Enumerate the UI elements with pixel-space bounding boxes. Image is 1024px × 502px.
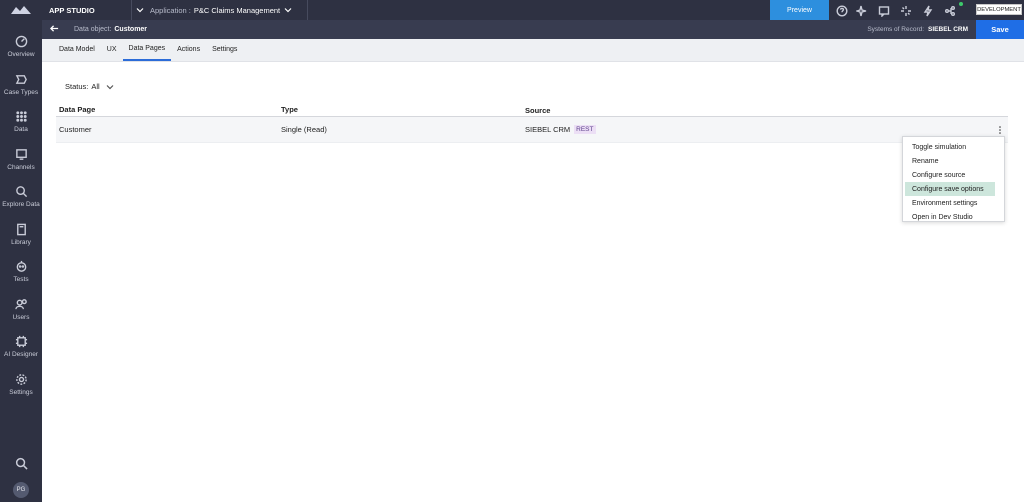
source-name: SIEBEL CRM — [525, 125, 571, 134]
cell-source: SIEBEL CRM REST — [525, 125, 995, 134]
nav-label: Case Types — [3, 88, 39, 96]
main-content: Status: All Data Page Type Source Custom… — [42, 62, 1024, 502]
nav-label: Overview — [7, 51, 35, 59]
chevron-down-icon — [106, 83, 114, 91]
table-row[interactable]: Customer Single (Read) SIEBEL CRM REST — [56, 117, 1008, 143]
nav-overview[interactable]: Overview — [0, 28, 42, 66]
tab-bar: Data Model UX Data Pages Actions Setting… — [42, 39, 1024, 62]
nav-search[interactable] — [0, 450, 42, 476]
menu-item-open-in-dev-studio[interactable]: Open in Dev Studio — [903, 210, 1004, 224]
status-filter[interactable]: Status: All — [65, 82, 114, 91]
users-icon — [14, 298, 27, 310]
divider — [307, 0, 308, 20]
sor-value: SIEBEL CRM — [928, 26, 968, 33]
save-button[interactable]: Save — [976, 20, 1024, 39]
tab-ux[interactable]: UX — [101, 38, 123, 61]
nav-library[interactable]: Library — [0, 216, 42, 254]
studio-label: APP STUDIO — [49, 5, 95, 15]
back-button[interactable] — [49, 24, 64, 35]
column-header: Data Page — [59, 105, 96, 114]
sor-label: Systems of Record: — [867, 26, 925, 33]
help-icon[interactable] — [836, 4, 848, 17]
pega-logo[interactable] — [0, 0, 42, 20]
source-tag: REST — [574, 125, 596, 134]
application-label: Application : — [150, 5, 191, 15]
status-dot — [959, 2, 963, 6]
menu-item-configure-save-options[interactable]: Configure save options — [905, 182, 995, 196]
search-icon — [15, 457, 28, 470]
nav-label: AI Designer — [4, 351, 38, 359]
left-nav: Overview Case Types Data Channels Explor… — [0, 0, 42, 502]
explore-icon — [15, 186, 27, 198]
nav-users[interactable]: Users — [0, 291, 42, 329]
robot-icon — [16, 261, 26, 273]
status-filter-value: All — [91, 82, 100, 91]
nav-data[interactable]: Data — [0, 103, 42, 141]
column-header: Source — [525, 106, 551, 115]
nav-tests[interactable]: Tests — [0, 253, 42, 291]
grid-icon — [15, 111, 27, 122]
nav-ai-designer[interactable]: AI Designer — [0, 328, 42, 366]
more-vertical-icon — [999, 125, 1001, 134]
nav-label: Explore Data — [2, 201, 40, 209]
application-selector[interactable]: Application : P&C Claims Management — [150, 0, 292, 20]
status-filter-label: Status: — [65, 82, 89, 91]
cell-type: Single (Read) — [281, 125, 327, 134]
chevron-down-icon[interactable] — [136, 6, 144, 14]
lightning-icon[interactable] — [922, 4, 934, 17]
monitor-icon — [15, 148, 27, 160]
nav-label: Tests — [13, 276, 29, 284]
menu-item-environment-settings[interactable]: Environment settings — [903, 196, 1004, 210]
avatar[interactable]: PG — [13, 482, 29, 498]
chevron-down-icon — [284, 8, 292, 13]
tab-actions[interactable]: Actions — [171, 38, 206, 61]
tab-settings[interactable]: Settings — [206, 38, 243, 61]
menu-item-configure-source[interactable]: Configure source — [903, 168, 1004, 182]
object-header: Data object: Customer Systems of Record:… — [42, 20, 1024, 39]
branch-icon[interactable] — [944, 4, 956, 16]
page-title: Customer — [114, 26, 148, 33]
systems-of-record: Systems of Record: SIEBEL CRM — [867, 26, 968, 33]
nav-case-types[interactable]: Case Types — [0, 66, 42, 104]
arrow-left-icon — [49, 25, 59, 32]
nav-label: Users — [12, 313, 30, 321]
magic-icon[interactable] — [900, 4, 912, 16]
top-bar: APP STUDIO Application : P&C Claims Mana… — [42, 0, 1024, 20]
tab-data-model[interactable]: Data Model — [53, 38, 101, 61]
studio-switcher[interactable]: APP STUDIO — [42, 0, 132, 20]
nav-label: Data — [14, 126, 28, 134]
row-actions-button[interactable] — [995, 125, 1005, 135]
column-header: Type — [281, 105, 298, 114]
row-actions-menu: Toggle simulation Rename Configure sourc… — [902, 136, 1005, 222]
nav-explore-data[interactable]: Explore Data — [0, 178, 42, 216]
breadcrumb-label: Data object: — [74, 26, 112, 33]
cell-data-page: Customer — [59, 125, 92, 134]
menu-item-rename[interactable]: Rename — [903, 154, 1004, 168]
data-pages-table: Data Page Type Source Customer Single (R… — [56, 105, 1008, 143]
case-types-icon — [15, 74, 27, 84]
tab-data-pages[interactable]: Data Pages — [122, 38, 172, 61]
ai-icon — [15, 336, 27, 348]
gear-icon — [15, 373, 27, 385]
app-root: Overview Case Types Data Channels Explor… — [0, 0, 1024, 502]
nav-label: Library — [11, 238, 31, 246]
nav-settings[interactable]: Settings — [0, 366, 42, 404]
nav-label: Settings — [9, 388, 33, 396]
nav-label: Channels — [7, 163, 35, 171]
preview-button[interactable]: Preview — [770, 0, 829, 20]
gauge-icon — [15, 35, 27, 48]
environment-badge: DEVELOPMENT — [976, 4, 1022, 15]
chat-icon[interactable] — [878, 4, 890, 18]
application-value: P&C Claims Management — [193, 5, 281, 15]
table-header: Data Page Type Source — [56, 105, 1008, 117]
book-icon — [16, 223, 26, 236]
sparkle-icon[interactable] — [854, 4, 868, 17]
menu-item-toggle-simulation[interactable]: Toggle simulation — [903, 140, 1004, 154]
nav-channels[interactable]: Channels — [0, 141, 42, 179]
